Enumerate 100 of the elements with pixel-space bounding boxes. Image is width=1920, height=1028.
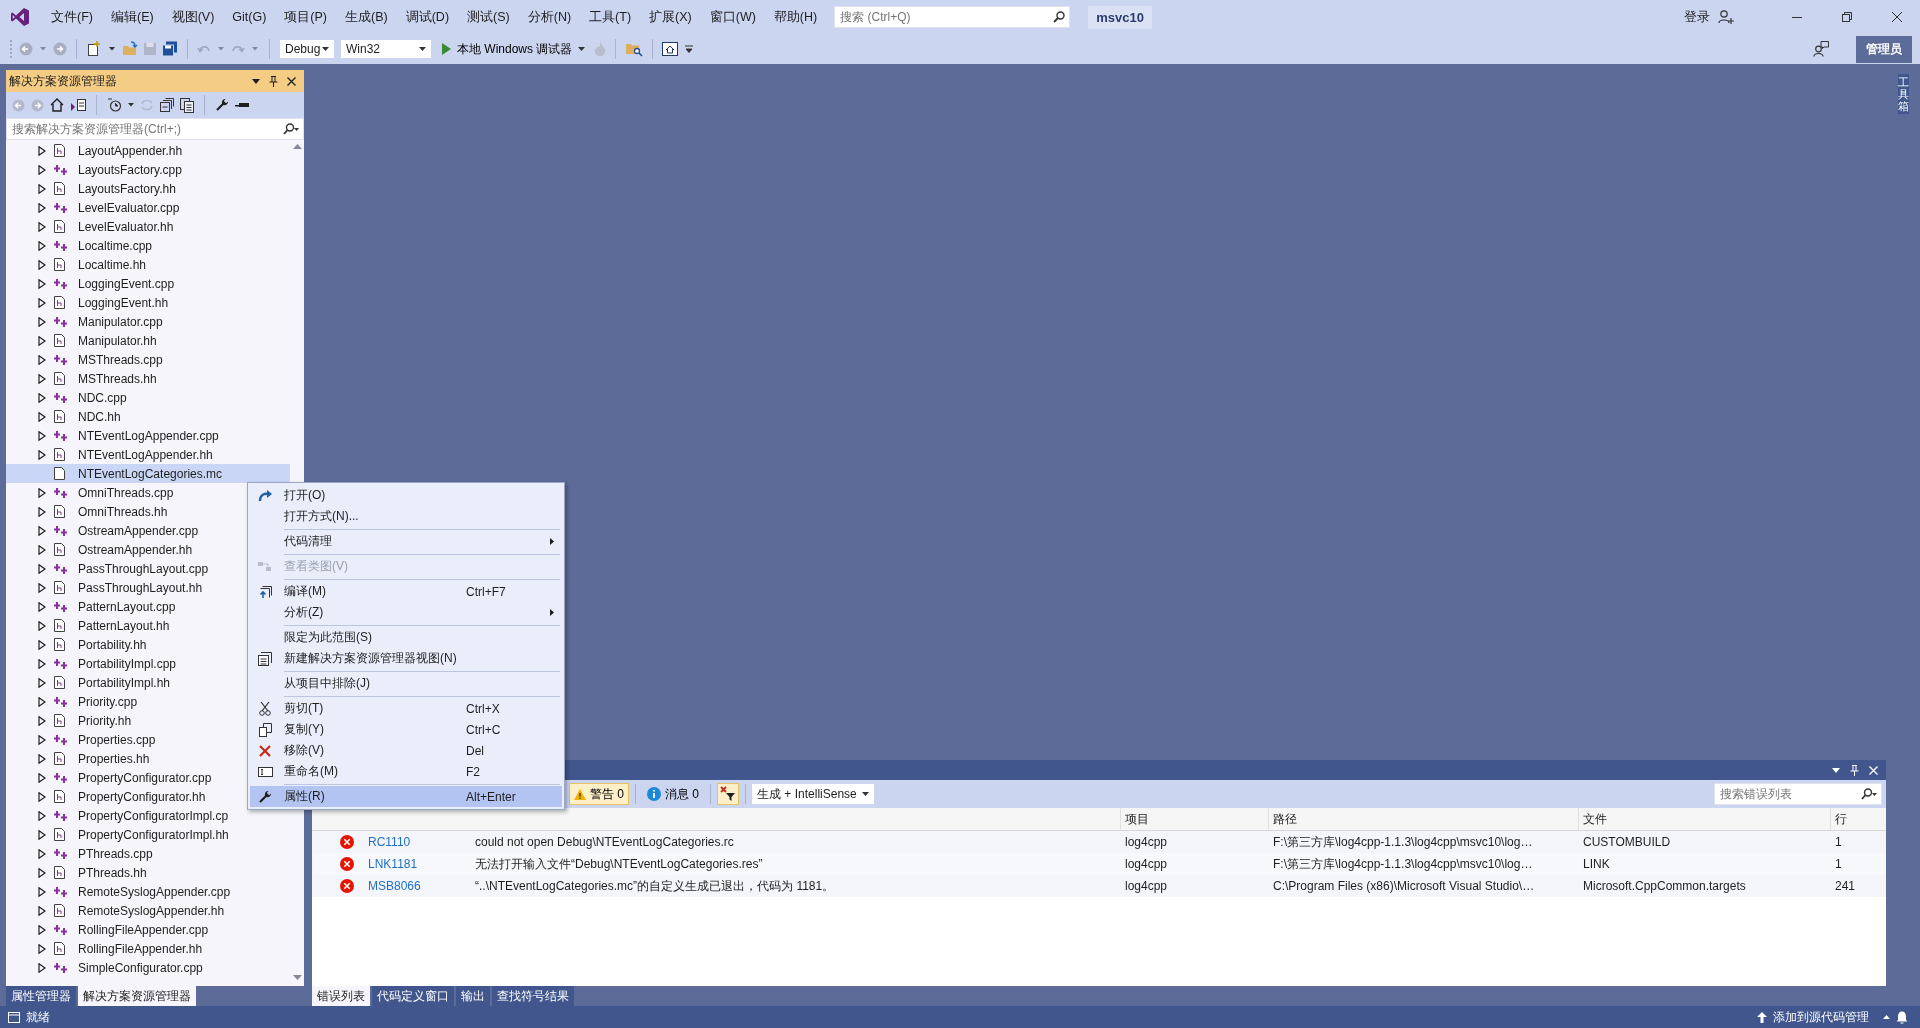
- tree-item[interactable]: LevelEvaluator.hh: [6, 217, 290, 236]
- caret-icon[interactable]: [128, 103, 134, 107]
- tree-item[interactable]: RollingFileAppender.hh: [6, 939, 290, 958]
- tree-item[interactable]: LoggingEvent.cpp: [6, 274, 290, 293]
- tree-item[interactable]: Manipulator.hh: [6, 331, 290, 350]
- expander-icon[interactable]: [38, 487, 46, 498]
- user-add-icon[interactable]: [1718, 9, 1734, 25]
- expander-icon[interactable]: [38, 867, 46, 878]
- tree-item[interactable]: SimpleConfigurator.cpp: [6, 958, 290, 977]
- scroll-down-icon[interactable]: [292, 975, 302, 980]
- expander-icon[interactable]: [38, 772, 46, 783]
- panel-tab[interactable]: 解决方案资源管理器: [78, 986, 196, 1006]
- menu-item[interactable]: 复制(Y) Ctrl+C: [250, 719, 562, 740]
- search-field[interactable]: 搜索解决方案资源管理器(Ctrl+;): [6, 118, 304, 140]
- bell-icon[interactable]: [1896, 1010, 1908, 1024]
- expander-icon[interactable]: [38, 183, 46, 194]
- search-field[interactable]: 搜索 (Ctrl+Q): [834, 6, 1071, 28]
- open-folder-icon[interactable]: [122, 41, 138, 57]
- menu-item[interactable]: 编译(M) Ctrl+F7: [250, 581, 562, 602]
- tree-item[interactable]: LayoutsFactory.cpp: [6, 160, 290, 179]
- expander-icon[interactable]: [38, 544, 46, 555]
- expander-icon[interactable]: [38, 411, 46, 422]
- start-debugging-button[interactable]: 本地 Windows 调试器: [437, 40, 590, 58]
- window-home-icon[interactable]: [662, 42, 679, 56]
- column-header[interactable]: 文件: [1578, 808, 1830, 830]
- menu-item[interactable]: 窗口(W): [702, 8, 763, 26]
- expander-icon[interactable]: [38, 924, 46, 935]
- expander-icon[interactable]: [38, 848, 46, 859]
- menu-item[interactable]: 从项目中排除(J): [250, 673, 562, 694]
- menu-item[interactable]: 打开(O): [250, 485, 562, 506]
- tree-item[interactable]: RollingFileAppender.cpp: [6, 920, 290, 939]
- tree-item[interactable]: LevelEvaluator.cpp: [6, 198, 290, 217]
- toolbox-tab[interactable]: 工具箱: [1897, 74, 1909, 115]
- expander-icon[interactable]: [38, 259, 46, 270]
- expander-icon[interactable]: [38, 316, 46, 327]
- menu-item[interactable]: 限定为此范围(S): [250, 627, 562, 648]
- tree-item[interactable]: NTEventLogCategories.mc: [6, 464, 290, 483]
- collapse-all-icon[interactable]: [160, 98, 174, 112]
- expander-icon[interactable]: [38, 620, 46, 631]
- expander-icon[interactable]: [38, 525, 46, 536]
- expander-icon[interactable]: [38, 886, 46, 897]
- filter-button[interactable]: [717, 783, 740, 805]
- tree-item[interactable]: PThreads.cpp: [6, 844, 290, 863]
- column-header[interactable]: 项目: [1120, 808, 1268, 830]
- expander-icon[interactable]: [38, 563, 46, 574]
- menu-item[interactable]: 重命名(M) F2: [250, 761, 562, 782]
- tree-item[interactable]: NDC.hh: [6, 407, 290, 426]
- expander-icon[interactable]: [38, 145, 46, 156]
- warnings-filter-button[interactable]: 警告 0: [569, 783, 629, 805]
- expander-icon[interactable]: [38, 905, 46, 916]
- tree-item[interactable]: NTEventLogAppender.cpp: [6, 426, 290, 445]
- menu-item[interactable]: 分析(N): [520, 8, 579, 26]
- expander-icon[interactable]: [38, 164, 46, 175]
- clock-icon[interactable]: [107, 98, 122, 112]
- expander-icon[interactable]: [38, 810, 46, 821]
- expander-icon[interactable]: [38, 601, 46, 612]
- folder-search-icon[interactable]: [625, 41, 644, 57]
- expander-icon[interactable]: [38, 240, 46, 251]
- expander-icon[interactable]: [38, 582, 46, 593]
- sign-in-link[interactable]: 登录: [1684, 8, 1710, 26]
- configuration-dropdown[interactable]: Debug: [279, 39, 335, 59]
- tree-item[interactable]: RemoteSyslogAppender.cpp: [6, 882, 290, 901]
- panel-tab[interactable]: 输出: [456, 986, 490, 1006]
- expander-icon[interactable]: [38, 221, 46, 232]
- feedback-icon[interactable]: [1813, 41, 1829, 57]
- error-code-link[interactable]: LNK1181: [368, 857, 470, 871]
- column-header[interactable]: 路径: [1268, 808, 1578, 830]
- menu-item[interactable]: 测试(S): [460, 8, 517, 26]
- tree-item[interactable]: PropertyConfiguratorImpl.cp: [6, 806, 290, 825]
- menu-item[interactable]: 文件(F): [44, 8, 100, 26]
- error-code-link[interactable]: RC1110: [368, 835, 470, 849]
- pin-icon[interactable]: [269, 75, 278, 87]
- menu-item[interactable]: 移除(V) Del: [250, 740, 562, 761]
- menu-item[interactable]: 调试(D): [398, 8, 457, 26]
- tree-item[interactable]: LayoutAppender.hh: [6, 141, 290, 160]
- expander-icon[interactable]: [38, 715, 46, 726]
- menu-item[interactable]: 扩展(X): [642, 8, 699, 26]
- dropdown-icon[interactable]: [1832, 767, 1840, 773]
- show-all-files-icon[interactable]: [180, 97, 194, 113]
- save-all-icon[interactable]: [162, 41, 178, 57]
- expander-icon[interactable]: [38, 943, 46, 954]
- menu-item[interactable]: 剪切(T) Ctrl+X: [250, 698, 562, 719]
- expander-icon[interactable]: [38, 392, 46, 403]
- expander-icon[interactable]: [38, 734, 46, 745]
- menu-item[interactable]: 分析(Z): [250, 602, 562, 623]
- expander-icon[interactable]: [38, 202, 46, 213]
- search-field[interactable]: 搜索错误列表: [1714, 783, 1882, 805]
- menu-item[interactable]: 代码清理: [250, 531, 562, 552]
- error-code-link[interactable]: MSB8066: [368, 879, 470, 893]
- expander-icon[interactable]: [38, 449, 46, 460]
- expander-icon[interactable]: [38, 677, 46, 688]
- expander-icon[interactable]: [38, 335, 46, 346]
- scroll-up-icon[interactable]: [292, 144, 302, 149]
- expander-icon[interactable]: [38, 278, 46, 289]
- caret-icon[interactable]: [109, 47, 115, 51]
- expander-icon[interactable]: [38, 297, 46, 308]
- tree-item[interactable]: Manipulator.cpp: [6, 312, 290, 331]
- panel-tab[interactable]: 属性管理器: [6, 986, 76, 1006]
- dropdown-icon[interactable]: [252, 78, 260, 84]
- pin-dash-icon[interactable]: [235, 102, 249, 108]
